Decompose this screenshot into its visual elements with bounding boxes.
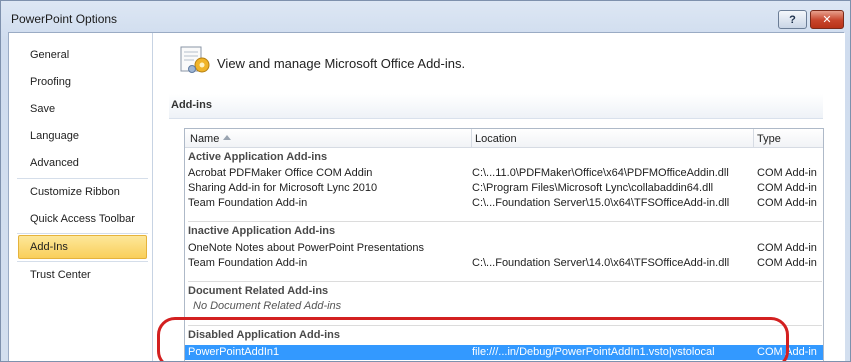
addin-type: COM Add-in — [757, 257, 817, 269]
table-row-selected[interactable]: PowerPointAddIn1 file:///...in/Debug/Pow… — [185, 345, 823, 360]
table-row[interactable]: Team Foundation Add-in C:\...Foundation … — [185, 196, 823, 211]
nav-item-label: Proofing — [30, 76, 71, 88]
addins-list[interactable]: Name Location Type Active Application Ad… — [184, 128, 824, 361]
column-header-row: Name Location Type — [185, 129, 823, 148]
window-title: PowerPoint Options — [11, 12, 118, 26]
title-bar[interactable]: PowerPoint Options ? ✕ — [1, 1, 850, 35]
table-row[interactable]: Sharing Add-in for Microsoft Lync 2010 C… — [185, 181, 823, 196]
column-header-name[interactable]: Name — [190, 133, 219, 145]
close-icon: ✕ — [822, 14, 832, 26]
nav-item-customize-ribbon[interactable]: Customize Ribbon — [18, 180, 147, 204]
close-button[interactable]: ✕ — [810, 10, 844, 29]
nav-item-quick-access-toolbar[interactable]: Quick Access Toolbar — [18, 207, 147, 231]
table-row[interactable]: OneNote Notes about PowerPoint Presentat… — [185, 241, 823, 256]
empty-group-note: No Document Related Add-ins — [193, 300, 342, 312]
section-title: Add-ins — [171, 99, 212, 111]
addin-name: PowerPointAddIn1 — [188, 346, 280, 358]
column-header-type[interactable]: Type — [757, 133, 781, 145]
nav-divider — [17, 178, 148, 179]
sort-ascending-icon — [223, 135, 231, 140]
column-header-location[interactable]: Location — [475, 133, 517, 145]
addin-name: Acrobat PDFMaker Office COM Addin — [188, 167, 373, 179]
panel-heading: View and manage Microsoft Office Add-ins… — [217, 56, 466, 71]
addin-name: Team Foundation Add-in — [188, 197, 308, 209]
column-divider[interactable] — [753, 129, 754, 148]
nav-divider — [17, 261, 148, 262]
addin-type: COM Add-in — [757, 182, 817, 194]
group-header-inactive: Inactive Application Add-ins — [188, 225, 336, 237]
nav-item-label: Quick Access Toolbar — [30, 213, 135, 225]
group-divider — [188, 325, 822, 326]
nav-item-label: Trust Center — [30, 269, 91, 281]
addin-type: COM Add-in — [757, 346, 817, 358]
nav-item-advanced[interactable]: Advanced — [18, 151, 147, 175]
nav-item-language[interactable]: Language — [18, 124, 147, 148]
nav-item-label: Language — [30, 130, 79, 142]
addin-type: COM Add-in — [757, 167, 817, 179]
addin-location: C:\...Foundation Server\14.0\x64\TFSOffi… — [472, 257, 730, 269]
group-header-disabled: Disabled Application Add-ins — [188, 329, 340, 341]
section-bar — [169, 94, 823, 119]
addin-location: file:///...in/Debug/PowerPointAddIn1.vst… — [472, 346, 715, 358]
group-header-active: Active Application Add-ins — [188, 151, 328, 163]
table-row[interactable]: Acrobat PDFMaker Office COM Addin C:\...… — [185, 166, 823, 181]
addin-name: OneNote Notes about PowerPoint Presentat… — [188, 242, 425, 254]
addins-panel: View and manage Microsoft Office Add-ins… — [157, 33, 845, 361]
addin-name: Sharing Add-in for Microsoft Lync 2010 — [188, 182, 378, 194]
addin-location: C:\Program Files\Microsoft Lync\collabad… — [472, 182, 714, 194]
group-header-document: Document Related Add-ins — [188, 285, 329, 297]
addins-gear-icon — [180, 46, 210, 73]
nav-item-save[interactable]: Save — [18, 97, 147, 121]
table-row[interactable]: Team Foundation Add-in C:\...Foundation … — [185, 256, 823, 271]
addin-name: Team Foundation Add-in — [188, 257, 308, 269]
addin-location: C:\...11.0\PDFMaker\Office\x64\PDFMOffic… — [472, 167, 729, 179]
options-dialog: PowerPoint Options ? ✕ General Proofing … — [0, 0, 851, 362]
options-nav: General Proofing Save Language Advanced … — [9, 33, 153, 361]
group-divider — [188, 281, 822, 282]
nav-item-add-ins[interactable]: Add-Ins — [18, 235, 147, 259]
nav-item-trust-center[interactable]: Trust Center — [18, 263, 147, 287]
help-icon: ? — [789, 13, 796, 26]
addin-type: COM Add-in — [757, 197, 817, 209]
nav-item-label: Save — [30, 103, 56, 115]
addin-location: C:\...Foundation Server\15.0\x64\TFSOffi… — [472, 197, 730, 209]
help-button[interactable]: ? — [778, 10, 807, 29]
nav-item-label: Advanced — [30, 157, 79, 169]
nav-divider — [17, 233, 148, 234]
nav-item-label: Add-Ins — [30, 241, 68, 253]
nav-item-label: General — [30, 49, 70, 61]
nav-item-general[interactable]: General — [18, 43, 147, 67]
addin-type: COM Add-in — [757, 242, 817, 254]
nav-item-label: Customize Ribbon — [30, 186, 120, 198]
column-divider[interactable] — [471, 129, 472, 148]
group-divider — [188, 221, 822, 222]
nav-item-proofing[interactable]: Proofing — [18, 70, 147, 94]
dialog-client: General Proofing Save Language Advanced … — [8, 32, 845, 361]
